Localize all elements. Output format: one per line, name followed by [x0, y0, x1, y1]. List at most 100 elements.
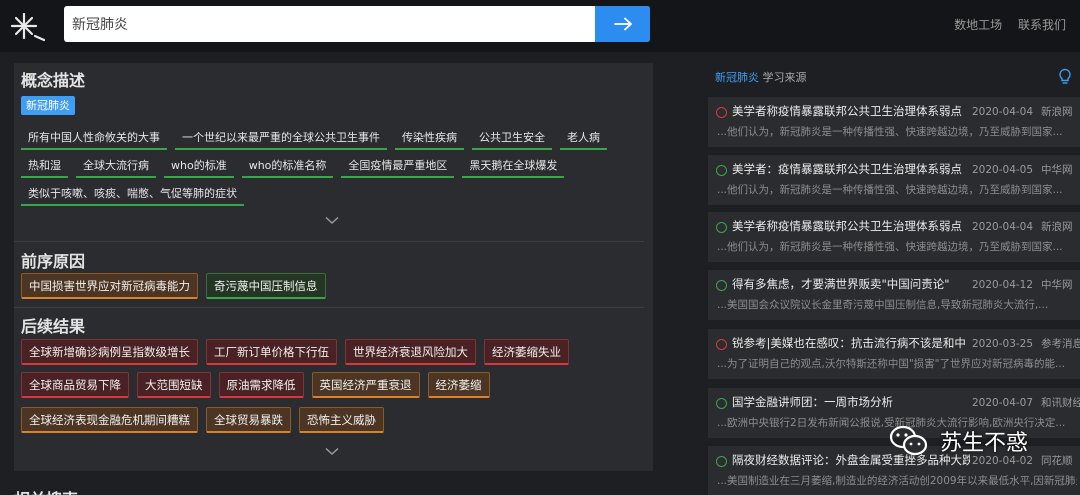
news-source: 和讯财经 [1041, 397, 1080, 409]
concept-tag[interactable]: who的标准名称 [241, 155, 334, 178]
news-summary: ...美国制造业在三月萎缩,制造业的经济活动创2009年以来最低水平,因新冠肺炎… [717, 475, 1077, 487]
related-search-title: 相关搜索 [14, 486, 78, 495]
logo-icon[interactable] [8, 8, 50, 44]
concept-row: 所有中国人性命攸关的大事 一个世纪以来最严重的全球公共卫生事件 传染性疾病 公共… [21, 127, 615, 150]
news-meta: 2020-04-12 中华网 [972, 277, 1073, 292]
concept-tag[interactable]: 热和湿 [21, 155, 68, 178]
causes-title: 前序原因 [21, 252, 86, 271]
news-source: 参考消息 [1041, 338, 1080, 350]
effects-row: 全球新增确诊病例呈指数级增长 工厂新订单价格下行伍 世界经济衰退风险加大 经济萎… [21, 339, 577, 365]
nav-link-contact[interactable]: 联系我们 [1018, 18, 1066, 32]
concept-row: 类似于咳嗽、咳痰、喘憋、气促等肺的症状 [21, 183, 252, 206]
news-date: 2020-03-25 [972, 338, 1034, 350]
search-input[interactable] [64, 6, 595, 42]
effects-title: 后续结果 [21, 317, 86, 336]
news-summary: ...他们认为，新冠肺炎是一种传播性强、快速跨越边境，乃至威胁到国家... [717, 184, 1063, 196]
effect-chip[interactable]: 经济萎缩失业 [484, 339, 569, 365]
effect-chip[interactable]: 世界经济衰退风险加大 [345, 339, 476, 365]
concept-title: 概念描述 [21, 71, 86, 90]
causes-row: 中国损害世界应对新冠病毒能力 奇污蔑中国压制信息 [21, 273, 334, 299]
concept-tag[interactable]: 类似于咳嗽、咳痰、喘憋、气促等肺的症状 [21, 183, 244, 206]
effect-chip[interactable]: 全球商品贸易下降 [21, 372, 129, 398]
news-meta: 2020-04-04 新浪网 [972, 219, 1073, 234]
concept-row: 热和湿 全球大流行病 who的标准 who的标准名称 全国疫情最严重地区 黑天鹅… [21, 155, 572, 178]
effect-chip[interactable]: 工厂新订单价格下行伍 [206, 339, 337, 365]
concept-tag[interactable]: 公共卫生安全 [472, 127, 552, 150]
news-item[interactable]: 美学者称疫情暴露联邦公共卫生治理体系弱点 2020-04-04 新浪网 ...他们… [708, 97, 1080, 147]
news-date: 2020-04-12 [972, 279, 1034, 291]
news-source: 新浪网 [1041, 221, 1073, 233]
news-meta: 2020-04-05 中华网 [972, 162, 1073, 177]
search-box [64, 6, 650, 42]
top-nav: 数地工场 联系我们 [942, 16, 1066, 33]
concept-highlight-tag[interactable]: 新冠肺炎 [21, 96, 75, 115]
news-source: 同花顺 [1041, 455, 1073, 467]
cause-chip[interactable]: 奇污蔑中国压制信息 [206, 273, 326, 299]
news-date: 2020-04-04 [972, 106, 1034, 118]
sentiment-negative-icon [716, 107, 727, 118]
news-title[interactable]: 国学金融讲师团：一周市场分析 [732, 394, 970, 410]
news-summary: ...他们认为，新冠肺炎是一种传播性强、快速跨越边境，乃至威胁到国家... [717, 241, 1063, 253]
concept-tag[interactable]: 传染性疾病 [395, 127, 464, 150]
nav-link-data-factory[interactable]: 数地工场 [954, 18, 1002, 32]
concept-tag[interactable]: 老人病 [560, 127, 607, 150]
concept-tag[interactable]: 所有中国人性命攸关的大事 [21, 127, 167, 150]
news-date: 2020-04-07 [972, 397, 1034, 409]
news-source: 新浪网 [1041, 106, 1073, 118]
news-meta: 2020-03-25 参考消息 [972, 336, 1080, 351]
news-source: 中华网 [1041, 279, 1073, 291]
concept-panel: 概念描述 新冠肺炎 所有中国人性命攸关的大事 一个世纪以来最严重的全球公共卫生事… [14, 63, 653, 471]
watermark-text: 苏生不惑 [940, 431, 1029, 456]
concept-tag[interactable]: 全球大流行病 [76, 155, 156, 178]
chevron-down-icon[interactable] [325, 447, 339, 456]
sentiment-positive-icon [716, 456, 727, 467]
news-title[interactable]: 锐参考|美媒也在感叹：抗击流行病不该是和中 [732, 335, 970, 351]
effect-chip[interactable]: 原油需求降低 [218, 372, 304, 398]
news-item[interactable]: 美学者称疫情暴露联邦公共卫生治理体系弱点 2020-04-04 新浪网 ...他们… [708, 212, 1080, 262]
wechat-icon [889, 425, 928, 456]
effect-chip[interactable]: 全球贸易暴跌 [206, 407, 291, 433]
news-summary: ...为了证明自己的观点,沃尔特斯还称中国"损害"了世界应对新冠病毒的能... [717, 358, 1066, 370]
news-item[interactable]: 得有多焦虑，才要满世界贩卖"中国问责论" 2020-04-12 中华网 ...美国… [708, 270, 1080, 320]
concept-tag[interactable]: who的标准 [164, 155, 234, 178]
news-summary: ...美国国会众议院议长金里奇污蔑中国压制信息,导致新冠肺炎大流行,... [717, 299, 1049, 311]
section-divider [14, 307, 644, 308]
concept-tag[interactable]: 黑天鹅在全球爆发 [462, 155, 565, 178]
news-title[interactable]: 美学者称疫情暴露联邦公共卫生治理体系弱点 [732, 103, 970, 119]
sources-label: 学习来源 [762, 71, 807, 84]
watermark: 苏生不惑 [888, 424, 1028, 458]
news-title[interactable]: 得有多焦虑，才要满世界贩卖"中国问责论" [732, 276, 970, 292]
concept-tag[interactable]: 全国疫情最严重地区 [341, 155, 455, 178]
news-source: 中华网 [1041, 164, 1073, 176]
sources-header: 新冠肺炎 学习来源 [715, 69, 807, 85]
news-date: 2020-04-05 [972, 164, 1034, 176]
arrow-right-icon [613, 17, 632, 31]
concept-tag[interactable]: 一个世纪以来最严重的全球公共卫生事件 [175, 127, 387, 150]
effect-chip[interactable]: 经济萎缩 [427, 372, 490, 398]
search-button[interactable] [595, 6, 650, 42]
sentiment-negative-icon [716, 339, 727, 350]
news-meta: 2020-04-04 新浪网 [972, 104, 1073, 119]
effects-row: 全球商品贸易下降 大范围短缺 原油需求降低 英国经济严重衰退 经济萎缩 [21, 372, 498, 398]
news-summary: ...他们认为，新冠肺炎是一种传播性强、快速跨越边境，乃至威胁到国家... [717, 126, 1063, 138]
sentiment-positive-icon [716, 398, 727, 409]
effect-chip[interactable]: 大范围短缺 [137, 372, 211, 398]
cause-chip[interactable]: 中国损害世界应对新冠病毒能力 [21, 273, 198, 299]
news-title[interactable]: 美学者：疫情暴露联邦公共卫生治理体系弱点 [732, 161, 970, 177]
effect-chip[interactable]: 英国经济严重衰退 [311, 372, 420, 398]
effect-chip[interactable]: 恐怖主义威胁 [299, 407, 384, 433]
news-meta: 2020-04-07 和讯财经 [972, 395, 1080, 410]
effect-chip[interactable]: 全球新增确诊病例呈指数级增长 [21, 339, 198, 365]
top-bar: 数地工场 联系我们 [0, 0, 1080, 52]
sentiment-positive-icon [716, 222, 727, 233]
news-title[interactable]: 美学者称疫情暴露联邦公共卫生治理体系弱点 [732, 218, 970, 234]
news-date: 2020-04-04 [972, 221, 1034, 233]
sentiment-positive-icon [716, 280, 727, 291]
chevron-down-icon[interactable] [325, 216, 339, 225]
effect-chip[interactable]: 全球经济表现金融危机期间糟糕 [21, 407, 198, 433]
lightbulb-icon[interactable] [1058, 68, 1072, 85]
news-item[interactable]: 美学者：疫情暴露联邦公共卫生治理体系弱点 2020-04-05 中华网 ...他们… [708, 155, 1080, 205]
sources-keyword: 新冠肺炎 [715, 71, 759, 84]
effects-row: 全球经济表现金融危机期间糟糕 全球贸易暴跌 恐怖主义威胁 [21, 407, 392, 433]
news-item[interactable]: 锐参考|美媒也在感叹：抗击流行病不该是和中 2020-03-25 参考消息 ...… [708, 329, 1080, 379]
